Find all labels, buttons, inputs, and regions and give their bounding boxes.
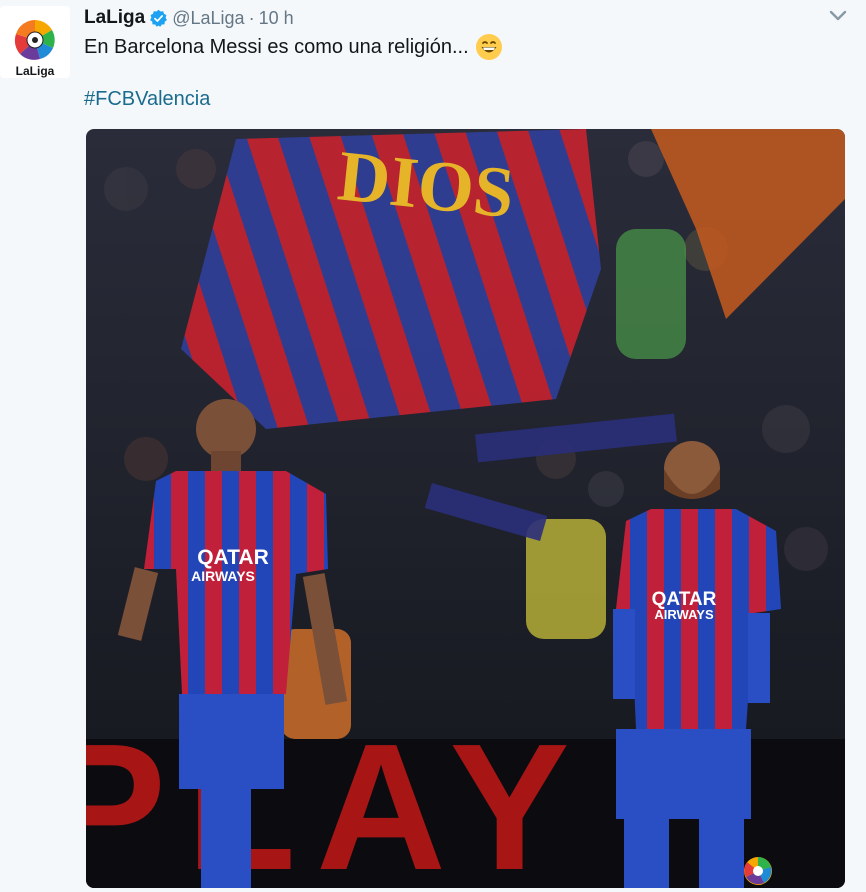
tweet-text: En Barcelona Messi es como una religión.… — [84, 33, 503, 61]
tweet-header: LaLiga @LaLiga · 10 h — [84, 6, 294, 30]
avatar[interactable]: LaLiga — [0, 6, 70, 78]
display-name[interactable]: LaLiga — [84, 7, 145, 29]
svg-text:QATAR: QATAR — [197, 546, 269, 569]
svg-text:PLAY: PLAY — [86, 707, 590, 888]
tweet-photo[interactable]: DIOS PLAY QATAR AIRWAYS QATAR AIRWAYS — [86, 129, 845, 888]
laliga-logo-icon: LaLiga — [14, 20, 55, 78]
verified-badge-icon — [149, 9, 168, 28]
chevron-down-icon[interactable] — [826, 6, 850, 26]
hashtag-link[interactable]: #FCBValencia — [84, 88, 210, 111]
tweet-text-body: En Barcelona Messi es como una religión.… — [84, 35, 469, 58]
tweet[interactable]: LaLiga LaLiga @LaLiga · 10 h En Barcelon… — [0, 0, 866, 892]
stadium-photo-illustration: DIOS PLAY QATAR AIRWAYS QATAR AIRWAYS — [86, 129, 845, 888]
timestamp[interactable]: 10 h — [259, 8, 294, 29]
separator-dot: · — [248, 7, 255, 28]
svg-text:AIRWAYS: AIRWAYS — [654, 607, 714, 622]
svg-text:AIRWAYS: AIRWAYS — [191, 568, 255, 584]
laliga-watermark-icon — [744, 857, 772, 885]
grinning-emoji-icon — [475, 33, 503, 61]
user-handle[interactable]: @LaLiga — [172, 8, 244, 29]
svg-text:LaLiga: LaLiga — [16, 64, 55, 78]
